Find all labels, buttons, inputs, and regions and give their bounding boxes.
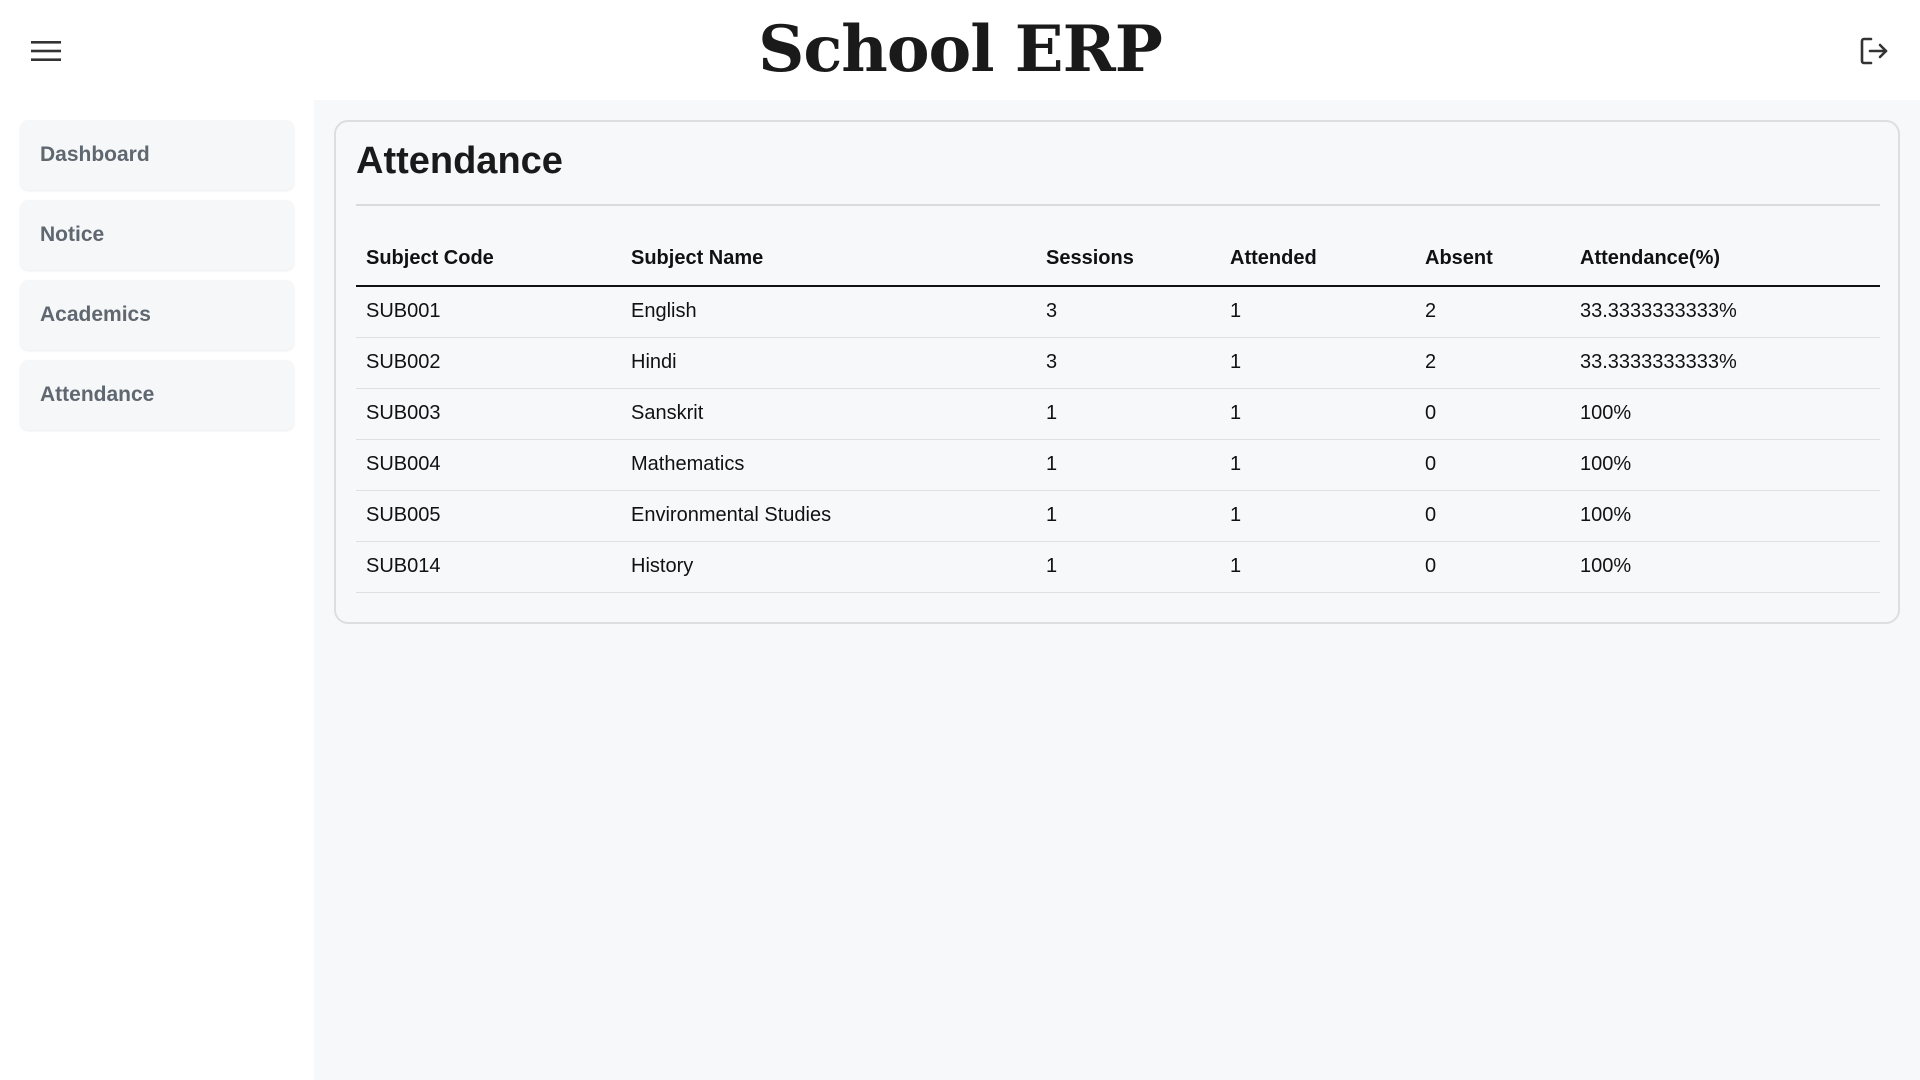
subject-name-cell: Mathematics: [621, 439, 1036, 491]
subject-name-cell: English: [621, 286, 1036, 338]
attended-cell: 1: [1220, 388, 1415, 440]
subject-code-cell: SUB005: [356, 490, 621, 542]
table-row: SUB002 Hindi 3 1 2 33.3333333333%: [356, 337, 1880, 389]
subject-code-cell: SUB002: [356, 337, 621, 389]
attendance-percent-cell: 100%: [1570, 388, 1880, 440]
column-header: Subject Name: [621, 232, 1036, 287]
attendance-percent-cell: 100%: [1570, 490, 1880, 542]
sidebar: Dashboard Notice Academics Attendance: [0, 100, 314, 1080]
attendance-percent-cell: 100%: [1570, 541, 1880, 593]
table-header-row: Subject Code Subject Name Sessions Atten…: [356, 232, 1880, 287]
sidebar-item-dashboard[interactable]: Dashboard: [20, 120, 294, 190]
column-header: Subject Code: [356, 232, 621, 287]
attended-cell: 1: [1220, 337, 1415, 389]
absent-cell: 0: [1415, 388, 1570, 440]
page-title: Attendance: [356, 140, 563, 182]
table-row: SUB004 Mathematics 1 1 0 100%: [356, 439, 1880, 491]
sessions-cell: 3: [1036, 286, 1220, 338]
sidebar-item-attendance[interactable]: Attendance: [20, 360, 294, 430]
logout-icon: [1860, 37, 1888, 65]
logout-button[interactable]: [1850, 30, 1898, 72]
subject-name-cell: Hindi: [621, 337, 1036, 389]
absent-cell: 0: [1415, 490, 1570, 542]
attended-cell: 1: [1220, 439, 1415, 491]
attendance-table: Subject Code Subject Name Sessions Atten…: [356, 232, 1880, 593]
top-bar: School ERP: [0, 0, 1920, 100]
sessions-cell: 1: [1036, 439, 1220, 491]
column-header: Sessions: [1036, 232, 1220, 287]
subject-code-cell: SUB003: [356, 388, 621, 440]
absent-cell: 2: [1415, 337, 1570, 389]
app-title: School ERP: [758, 12, 1163, 87]
subject-code-cell: SUB004: [356, 439, 621, 491]
subject-name-cell: Environmental Studies: [621, 490, 1036, 542]
absent-cell: 2: [1415, 286, 1570, 338]
absent-cell: 0: [1415, 541, 1570, 593]
sidebar-item-label: Dashboard: [40, 143, 150, 166]
attended-cell: 1: [1220, 286, 1415, 338]
column-header: Absent: [1415, 232, 1570, 287]
sidebar-item-label: Notice: [40, 223, 105, 246]
attendance-card: Attendance Subject Code Subject Name Ses…: [334, 120, 1900, 624]
sidebar-item-label: Attendance: [40, 383, 155, 406]
subject-code-cell: SUB001: [356, 286, 621, 338]
sessions-cell: 1: [1036, 490, 1220, 542]
attended-cell: 1: [1220, 541, 1415, 593]
subject-code-cell: SUB014: [356, 541, 621, 593]
attended-cell: 1: [1220, 490, 1415, 542]
sidebar-item-notice[interactable]: Notice: [20, 200, 294, 270]
sessions-cell: 1: [1036, 388, 1220, 440]
table-row: SUB014 History 1 1 0 100%: [356, 541, 1880, 593]
main-content: Attendance Subject Code Subject Name Ses…: [314, 100, 1920, 1080]
column-header: Attended: [1220, 232, 1415, 287]
absent-cell: 0: [1415, 439, 1570, 491]
column-header: Attendance(%): [1570, 232, 1880, 287]
subject-name-cell: History: [621, 541, 1036, 593]
sidebar-item-academics[interactable]: Academics: [20, 280, 294, 350]
table-row: SUB003 Sanskrit 1 1 0 100%: [356, 388, 1880, 440]
attendance-percent-cell: 100%: [1570, 439, 1880, 491]
subject-name-cell: Sanskrit: [621, 388, 1036, 440]
title-divider: [356, 204, 1880, 206]
sessions-cell: 1: [1036, 541, 1220, 593]
attendance-percent-cell: 33.3333333333%: [1570, 286, 1880, 338]
table-row: SUB005 Environmental Studies 1 1 0 100%: [356, 490, 1880, 542]
sessions-cell: 3: [1036, 337, 1220, 389]
table-row: SUB001 English 3 1 2 33.3333333333%: [356, 286, 1880, 338]
sidebar-item-label: Academics: [40, 303, 151, 326]
attendance-percent-cell: 33.3333333333%: [1570, 337, 1880, 389]
